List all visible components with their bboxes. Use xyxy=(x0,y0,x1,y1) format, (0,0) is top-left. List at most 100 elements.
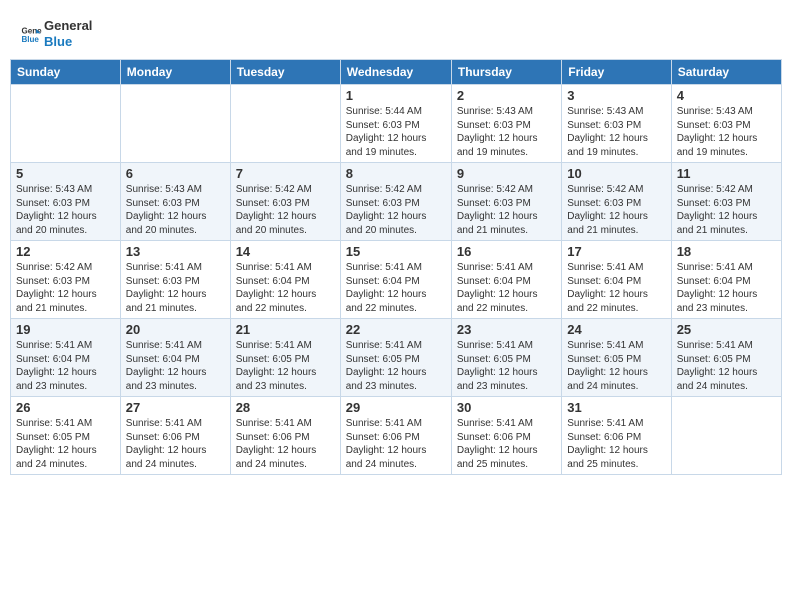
day-info: Sunrise: 5:41 AM Sunset: 6:03 PM Dayligh… xyxy=(126,261,225,315)
day-info: Sunrise: 5:41 AM Sunset: 6:05 PM Dayligh… xyxy=(567,339,665,393)
calendar-table: SundayMondayTuesdayWednesdayThursdayFrid… xyxy=(10,59,782,475)
calendar-cell: 7 Sunrise: 5:42 AM Sunset: 6:03 PM Daylig… xyxy=(230,163,340,241)
calendar-cell: 9Sunrise: 5:42 AM Sunset: 6:03 PM Daylig… xyxy=(451,163,561,241)
weekday-header-row: SundayMondayTuesdayWednesdayThursdayFrid… xyxy=(11,60,782,85)
calendar-cell: 18Sunrise: 5:41 AM Sunset: 6:04 PM Dayli… xyxy=(671,241,781,319)
day-number: 27 xyxy=(126,400,225,415)
logo: General Blue GeneralBlue xyxy=(20,18,92,49)
day-info: Sunrise: 5:41 AM Sunset: 6:04 PM Dayligh… xyxy=(567,261,665,315)
calendar-cell: 30Sunrise: 5:41 AM Sunset: 6:06 PM Dayli… xyxy=(451,397,561,475)
calendar-cell: 24 Sunrise: 5:41 AM Sunset: 6:05 PM Dayli… xyxy=(562,319,671,397)
day-number: 23 xyxy=(457,322,556,337)
day-number: 28 xyxy=(236,400,335,415)
day-info: Sunrise: 5:42 AM Sunset: 6:03 PM Dayligh… xyxy=(236,183,335,237)
calendar-cell: 26 Sunrise: 5:41 AM Sunset: 6:05 PM Dayli… xyxy=(11,397,121,475)
calendar-cell: 28 Sunrise: 5:41 AM Sunset: 6:06 PM Dayli… xyxy=(230,397,340,475)
weekday-header-cell: Friday xyxy=(562,60,671,85)
day-number: 11 xyxy=(677,166,776,181)
day-number: 19 xyxy=(16,322,115,337)
svg-text:Blue: Blue xyxy=(21,35,39,44)
day-number: 31 xyxy=(567,400,665,415)
calendar-cell: 29 Sunrise: 5:41 AM Sunset: 6:06 PM Dayli… xyxy=(340,397,451,475)
calendar-cell xyxy=(11,85,121,163)
calendar-cell: 10Sunrise: 5:42 AM Sunset: 6:03 PM Dayli… xyxy=(562,163,671,241)
calendar-cell: 17 Sunrise: 5:41 AM Sunset: 6:04 PM Dayli… xyxy=(562,241,671,319)
day-info: Sunrise: 5:42 AM Sunset: 6:03 PM Dayligh… xyxy=(457,183,556,237)
day-info: Sunrise: 5:43 AM Sunset: 6:03 PM Dayligh… xyxy=(126,183,225,237)
day-info: Sunrise: 5:43 AM Sunset: 6:03 PM Dayligh… xyxy=(16,183,115,237)
day-info: Sunrise: 5:41 AM Sunset: 6:06 PM Dayligh… xyxy=(567,417,665,471)
day-info: Sunrise: 5:42 AM Sunset: 6:03 PM Dayligh… xyxy=(346,183,446,237)
day-number: 17 xyxy=(567,244,665,259)
calendar-cell xyxy=(120,85,230,163)
calendar-week-row: 12Sunrise: 5:42 AM Sunset: 6:03 PM Dayli… xyxy=(11,241,782,319)
calendar-cell: 21 Sunrise: 5:41 AM Sunset: 6:05 PM Dayli… xyxy=(230,319,340,397)
page-header: General Blue GeneralBlue xyxy=(10,10,782,53)
calendar-week-row: 19 Sunrise: 5:41 AM Sunset: 6:04 PM Dayli… xyxy=(11,319,782,397)
calendar-cell: 14 Sunrise: 5:41 AM Sunset: 6:04 PM Dayli… xyxy=(230,241,340,319)
calendar-cell: 12Sunrise: 5:42 AM Sunset: 6:03 PM Dayli… xyxy=(11,241,121,319)
day-info: Sunrise: 5:43 AM Sunset: 6:03 PM Dayligh… xyxy=(677,105,776,159)
calendar-cell: 20 Sunrise: 5:41 AM Sunset: 6:04 PM Dayli… xyxy=(120,319,230,397)
logo-text: GeneralBlue xyxy=(44,18,92,49)
calendar-cell: 4 Sunrise: 5:43 AM Sunset: 6:03 PM Daylig… xyxy=(671,85,781,163)
calendar-cell: 27Sunrise: 5:41 AM Sunset: 6:06 PM Dayli… xyxy=(120,397,230,475)
day-info: Sunrise: 5:43 AM Sunset: 6:03 PM Dayligh… xyxy=(567,105,665,159)
weekday-header-cell: Thursday xyxy=(451,60,561,85)
day-info: Sunrise: 5:41 AM Sunset: 6:05 PM Dayligh… xyxy=(236,339,335,393)
day-number: 21 xyxy=(236,322,335,337)
day-info: Sunrise: 5:41 AM Sunset: 6:06 PM Dayligh… xyxy=(236,417,335,471)
calendar-cell: 15 Sunrise: 5:41 AM Sunset: 6:04 PM Dayli… xyxy=(340,241,451,319)
day-info: Sunrise: 5:41 AM Sunset: 6:05 PM Dayligh… xyxy=(677,339,776,393)
day-number: 29 xyxy=(346,400,446,415)
day-number: 20 xyxy=(126,322,225,337)
calendar-cell: 5Sunrise: 5:43 AM Sunset: 6:03 PM Daylig… xyxy=(11,163,121,241)
day-number: 16 xyxy=(457,244,556,259)
day-number: 8 xyxy=(346,166,446,181)
day-number: 15 xyxy=(346,244,446,259)
weekday-header-cell: Sunday xyxy=(11,60,121,85)
day-number: 30 xyxy=(457,400,556,415)
logo-icon: General Blue xyxy=(20,23,42,45)
calendar-cell: 13Sunrise: 5:41 AM Sunset: 6:03 PM Dayli… xyxy=(120,241,230,319)
day-info: Sunrise: 5:41 AM Sunset: 6:04 PM Dayligh… xyxy=(236,261,335,315)
calendar-cell xyxy=(230,85,340,163)
calendar-cell: 22 Sunrise: 5:41 AM Sunset: 6:05 PM Dayli… xyxy=(340,319,451,397)
day-number: 14 xyxy=(236,244,335,259)
weekday-header-cell: Tuesday xyxy=(230,60,340,85)
day-info: Sunrise: 5:41 AM Sunset: 6:05 PM Dayligh… xyxy=(16,417,115,471)
day-info: Sunrise: 5:41 AM Sunset: 6:04 PM Dayligh… xyxy=(346,261,446,315)
calendar-body: 1 Sunrise: 5:44 AM Sunset: 6:03 PM Daylig… xyxy=(11,85,782,475)
day-number: 18 xyxy=(677,244,776,259)
calendar-cell: 2Sunrise: 5:43 AM Sunset: 6:03 PM Daylig… xyxy=(451,85,561,163)
day-number: 24 xyxy=(567,322,665,337)
day-info: Sunrise: 5:41 AM Sunset: 6:04 PM Dayligh… xyxy=(457,261,556,315)
day-info: Sunrise: 5:42 AM Sunset: 6:03 PM Dayligh… xyxy=(677,183,776,237)
calendar-cell: 16 Sunrise: 5:41 AM Sunset: 6:04 PM Dayli… xyxy=(451,241,561,319)
day-info: Sunrise: 5:41 AM Sunset: 6:05 PM Dayligh… xyxy=(346,339,446,393)
calendar-cell: 3Sunrise: 5:43 AM Sunset: 6:03 PM Daylig… xyxy=(562,85,671,163)
day-info: Sunrise: 5:41 AM Sunset: 6:04 PM Dayligh… xyxy=(16,339,115,393)
day-number: 22 xyxy=(346,322,446,337)
calendar-cell: 31 Sunrise: 5:41 AM Sunset: 6:06 PM Dayli… xyxy=(562,397,671,475)
day-number: 26 xyxy=(16,400,115,415)
day-number: 25 xyxy=(677,322,776,337)
day-number: 12 xyxy=(16,244,115,259)
day-info: Sunrise: 5:41 AM Sunset: 6:06 PM Dayligh… xyxy=(346,417,446,471)
calendar-cell: 8 Sunrise: 5:42 AM Sunset: 6:03 PM Daylig… xyxy=(340,163,451,241)
weekday-header-cell: Wednesday xyxy=(340,60,451,85)
day-info: Sunrise: 5:43 AM Sunset: 6:03 PM Dayligh… xyxy=(457,105,556,159)
day-number: 4 xyxy=(677,88,776,103)
weekday-header-cell: Saturday xyxy=(671,60,781,85)
day-number: 10 xyxy=(567,166,665,181)
calendar-cell: 1 Sunrise: 5:44 AM Sunset: 6:03 PM Daylig… xyxy=(340,85,451,163)
day-number: 7 xyxy=(236,166,335,181)
day-info: Sunrise: 5:44 AM Sunset: 6:03 PM Dayligh… xyxy=(346,105,446,159)
calendar-cell: 25 Sunrise: 5:41 AM Sunset: 6:05 PM Dayli… xyxy=(671,319,781,397)
calendar-week-row: 26 Sunrise: 5:41 AM Sunset: 6:05 PM Dayli… xyxy=(11,397,782,475)
day-info: Sunrise: 5:41 AM Sunset: 6:04 PM Dayligh… xyxy=(126,339,225,393)
calendar-cell: 6 Sunrise: 5:43 AM Sunset: 6:03 PM Daylig… xyxy=(120,163,230,241)
svg-text:General: General xyxy=(21,26,42,35)
day-number: 1 xyxy=(346,88,446,103)
day-number: 6 xyxy=(126,166,225,181)
